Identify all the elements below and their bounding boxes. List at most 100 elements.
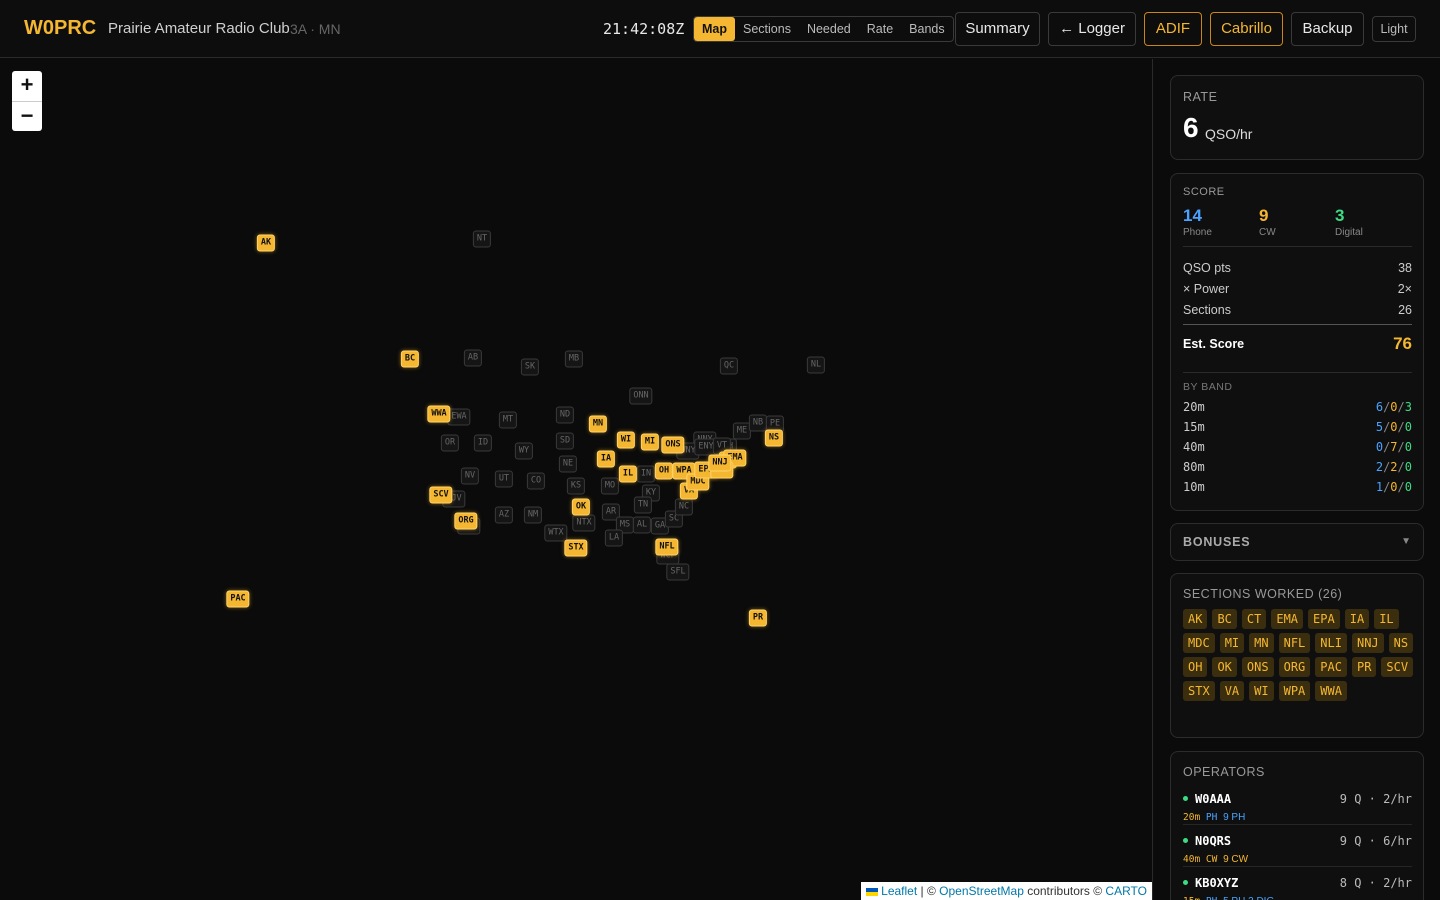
section-marker-nl[interactable]: NL xyxy=(806,356,826,374)
cw-count-label: CW xyxy=(1259,227,1276,238)
section-marker-wtx[interactable]: WTX xyxy=(544,524,568,542)
operator-band-mode: 20m PH 9 PH xyxy=(1183,812,1246,823)
section-chip-ons: ONS xyxy=(1241,657,1274,677)
section-map[interactable]: NT AB SK MB QC NL EWA MT ND ONN OR ID SD WY NE NV UT CO KS… xyxy=(0,59,1152,900)
worked-marker-wi[interactable]: WI xyxy=(616,431,636,449)
section-marker-wy[interactable]: WY xyxy=(514,442,534,460)
section-marker-mb[interactable]: MB xyxy=(564,350,584,368)
carto-link[interactable]: CARTO xyxy=(1105,884,1147,898)
band-phone-count: 5 xyxy=(1375,420,1384,434)
worked-marker-scv[interactable]: SCV xyxy=(429,486,453,504)
section-marker-la[interactable]: LA xyxy=(604,529,624,547)
summary-button[interactable]: Summary xyxy=(955,12,1040,46)
worked-marker-wwa[interactable]: WWA xyxy=(427,405,451,423)
tab-map[interactable]: Map xyxy=(694,17,735,41)
section-chip-nli: NLI xyxy=(1315,633,1347,653)
worked-marker-mi[interactable]: MI xyxy=(640,433,660,451)
worked-marker-nfl[interactable]: NFL xyxy=(655,538,679,556)
station-callsign: W0PRC xyxy=(24,17,97,39)
worked-marker-il[interactable]: IL xyxy=(618,465,638,483)
worked-marker-mn[interactable]: MN xyxy=(588,415,608,433)
worked-marker-ok[interactable]: OK xyxy=(571,498,591,516)
section-marker-nd[interactable]: ND xyxy=(555,406,575,424)
section-chip-bc: BC xyxy=(1212,609,1237,629)
backup-button[interactable]: Backup xyxy=(1291,12,1364,46)
section-marker-al[interactable]: AL xyxy=(632,516,652,534)
section-marker-onn[interactable]: ONN xyxy=(629,387,653,405)
worked-marker-org[interactable]: ORG xyxy=(454,512,478,530)
worked-marker-pac[interactable]: PAC xyxy=(226,590,250,608)
band-phone-count: 6 xyxy=(1375,400,1384,414)
zoom-out-button[interactable]: − xyxy=(12,101,42,131)
band-counts: 1/0/0 xyxy=(1375,480,1412,494)
section-marker-ks[interactable]: KS xyxy=(566,477,586,495)
tab-rate[interactable]: Rate xyxy=(859,17,901,41)
section-marker-az[interactable]: AZ xyxy=(494,506,514,524)
section-chip-wwa: WWA xyxy=(1315,681,1347,701)
digital-count-value: 3 xyxy=(1335,206,1345,225)
section-marker-nm[interactable]: NM xyxy=(523,506,543,524)
section-marker-qc[interactable]: QC xyxy=(719,357,739,375)
tab-sections[interactable]: Sections xyxy=(735,17,799,41)
worked-marker-ns[interactable]: NS xyxy=(764,429,784,447)
sections-worked-label: SECTIONS WORKED (26) xyxy=(1183,587,1343,601)
rate-unit: QSO/hr xyxy=(1205,126,1253,142)
section-marker-nt[interactable]: NT xyxy=(472,230,492,248)
zoom-control: + − xyxy=(12,71,42,131)
divider xyxy=(1183,866,1412,867)
operator-callsign: KB0XYZ xyxy=(1195,876,1239,890)
section-marker-ewa[interactable]: EWA xyxy=(447,408,471,426)
section-marker-in[interactable]: IN xyxy=(636,465,656,483)
utc-clock: 21:42:08Z xyxy=(603,20,685,38)
section-marker-nb[interactable]: NB xyxy=(748,414,768,432)
worked-marker-bc[interactable]: BC xyxy=(400,350,420,368)
worked-marker-pr[interactable]: PR xyxy=(748,609,768,627)
section-marker-id[interactable]: ID xyxy=(473,434,493,452)
logger-button[interactable]: ← Logger xyxy=(1048,12,1136,46)
worked-marker-ia[interactable]: IA xyxy=(596,450,616,468)
worked-marker-ak[interactable]: AK xyxy=(256,234,276,252)
band-phone-count: 2 xyxy=(1375,460,1384,474)
tab-bands[interactable]: Bands xyxy=(901,17,952,41)
power-label: × Power xyxy=(1183,282,1230,296)
section-marker-sfl[interactable]: SFL xyxy=(666,563,690,581)
divider xyxy=(1183,824,1412,825)
theme-toggle-button[interactable]: Light xyxy=(1372,16,1416,42)
section-chip-nfl: NFL xyxy=(1278,633,1311,653)
worked-marker-ons[interactable]: ONS xyxy=(661,436,685,454)
section-chip-ok: OK xyxy=(1212,657,1237,677)
bonuses-panel[interactable]: BONUSES ▼ xyxy=(1170,523,1424,561)
section-marker-mt[interactable]: MT xyxy=(498,411,518,429)
adif-export-button[interactable]: ADIF xyxy=(1144,12,1202,46)
leaflet-link[interactable]: Leaflet xyxy=(881,884,917,898)
worked-marker-oh[interactable]: OH xyxy=(654,462,674,480)
section-marker-ntx[interactable]: NTX xyxy=(572,514,596,532)
zoom-in-button[interactable]: + xyxy=(12,71,42,101)
section-marker-tn[interactable]: TN xyxy=(633,496,653,514)
worked-marker-stx[interactable]: STX xyxy=(564,539,588,557)
phone-count: 14 Phone xyxy=(1183,206,1212,238)
tab-needed[interactable]: Needed xyxy=(799,17,859,41)
band-counts: 5/0/0 xyxy=(1375,420,1412,434)
section-marker-or[interactable]: OR xyxy=(440,434,460,452)
band-cw-count: 7 xyxy=(1390,440,1398,454)
band-row-10m: 10m 1/0/0 xyxy=(1183,480,1412,494)
stats-sidebar[interactable]: RATE 6 QSO/hr SCORE 14 Phone 9 CW 3 Digi… xyxy=(1152,59,1440,900)
section-marker-nc[interactable]: NC xyxy=(674,498,694,516)
section-marker-ne[interactable]: NE xyxy=(558,455,578,473)
operator-band-mode: 40m CW 9 CW xyxy=(1183,854,1249,865)
section-marker-co[interactable]: CO xyxy=(526,472,546,490)
club-name: Prairie Amateur Radio Club xyxy=(108,20,290,37)
operator-stats: 8 Q · 2/hr xyxy=(1339,876,1412,890)
openstreetmap-link[interactable]: OpenStreetMap xyxy=(939,884,1024,898)
section-marker-ut[interactable]: UT xyxy=(494,470,514,488)
chevron-down-icon[interactable]: ▼ xyxy=(1401,536,1411,547)
cabrillo-export-button[interactable]: Cabrillo xyxy=(1210,12,1283,46)
section-marker-mo[interactable]: MO xyxy=(600,477,620,495)
section-marker-sd[interactable]: SD xyxy=(555,432,575,450)
section-marker-sk[interactable]: SK xyxy=(520,358,540,376)
section-marker-ab[interactable]: AB xyxy=(463,349,483,367)
operator-callsign: N0QRS xyxy=(1195,834,1232,848)
section-marker-nv[interactable]: NV xyxy=(460,467,480,485)
worked-marker-nnj[interactable]: NNJ xyxy=(708,454,732,472)
